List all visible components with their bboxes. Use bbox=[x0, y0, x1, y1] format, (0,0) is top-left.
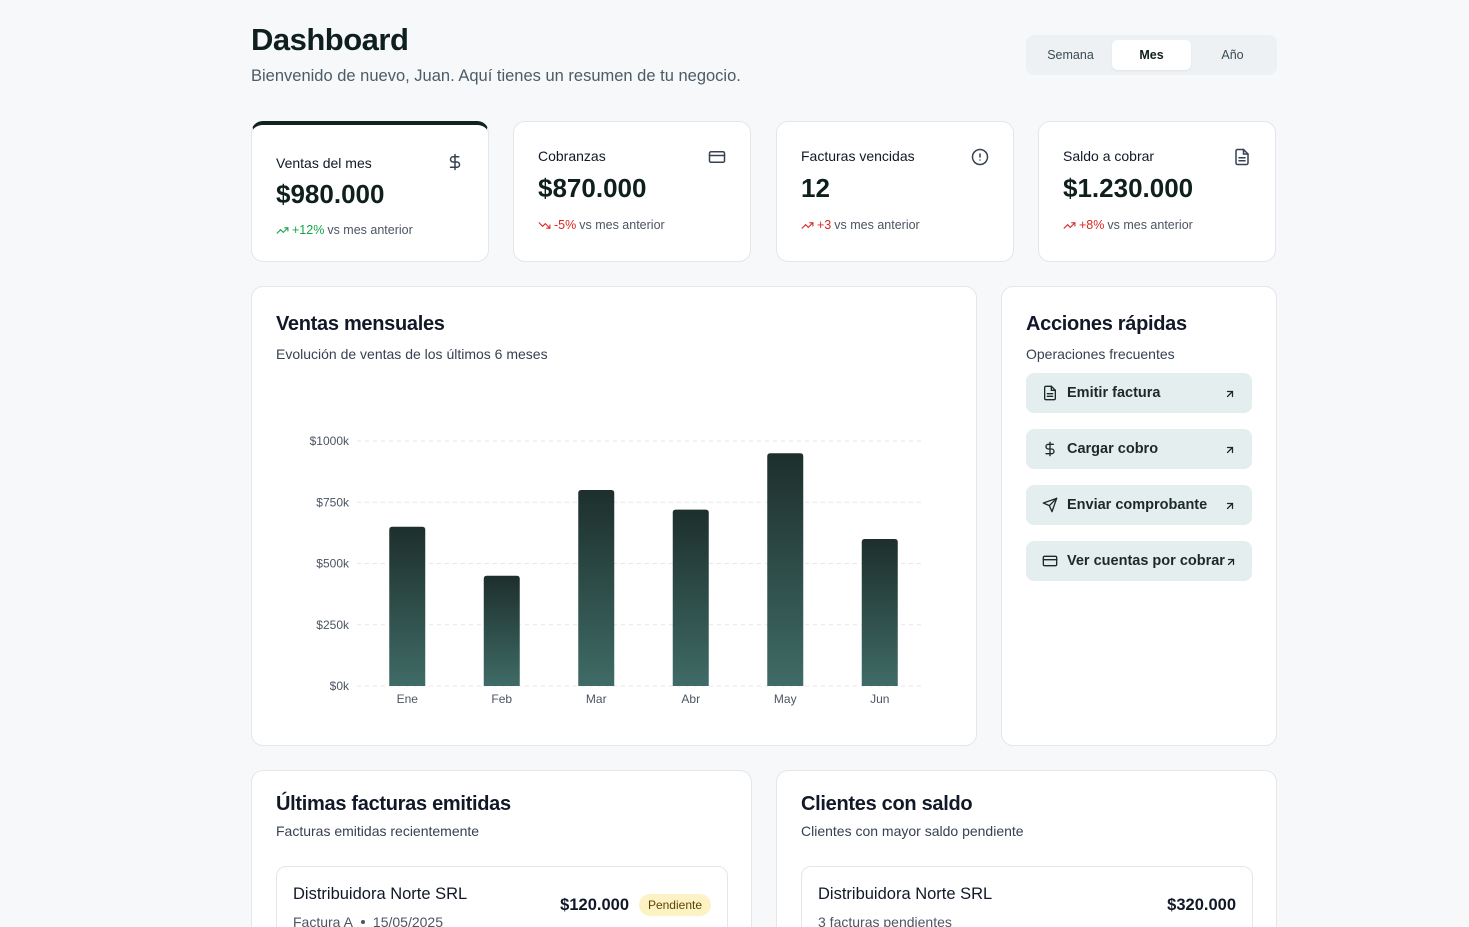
y-tick-label: $0k bbox=[330, 679, 350, 693]
kpi-change: +12% bbox=[292, 223, 325, 237]
chart-bar-jun[interactable] bbox=[861, 539, 898, 686]
quick-actions-title: Acciones rápidas bbox=[1026, 313, 1187, 335]
credit-card-icon bbox=[1042, 553, 1058, 569]
kpi-label: Facturas vencidas bbox=[801, 148, 915, 164]
kpi-card-facturas-vencidas[interactable]: Facturas vencidas 12 +3 vs mes anterior bbox=[776, 121, 1014, 262]
client-row[interactable]: Distribuidora Norte SRL 3 facturas pendi… bbox=[801, 866, 1253, 927]
chart-bar-mar[interactable] bbox=[578, 490, 615, 686]
arrow-up-right-icon bbox=[1224, 387, 1236, 399]
credit-card-icon bbox=[708, 148, 726, 166]
chart-bar-may[interactable] bbox=[767, 453, 804, 686]
kpi-label: Saldo a cobrar bbox=[1063, 148, 1155, 164]
ver-cuentas-por-cobrar-button[interactable]: Ver cuentas por cobrar bbox=[1026, 541, 1252, 581]
clients-balance-card: Clientes con saldo Clientes con mayor sa… bbox=[776, 770, 1277, 927]
y-tick-label: $250k bbox=[316, 618, 350, 632]
y-tick-label: $750k bbox=[316, 495, 350, 509]
x-tick-label: Ene bbox=[397, 692, 419, 706]
invoice-client: Distribuidora Norte SRL bbox=[293, 885, 468, 903]
action-label: Cargar cobro bbox=[1067, 441, 1159, 457]
kpi-change-text: vs mes anterior bbox=[834, 218, 920, 232]
status-badge: Pendiente bbox=[638, 894, 711, 916]
kpi-change: +3 bbox=[817, 218, 832, 232]
chart-bar-abr[interactable] bbox=[672, 509, 709, 686]
kpi-change-text: vs mes anterior bbox=[327, 223, 413, 237]
x-tick-label: Abr bbox=[681, 692, 700, 706]
client-detail: 3 facturas pendientes bbox=[818, 914, 952, 927]
period-option-ano[interactable]: Año bbox=[1193, 40, 1272, 70]
kpi-card-ventas[interactable]: Ventas del mes $980.000 +12% vs mes anter… bbox=[251, 121, 489, 262]
kpi-card-saldo[interactable]: Saldo a cobrar $1.230.000 +8% vs mes ante… bbox=[1038, 121, 1276, 262]
kpi-change: +8% bbox=[1079, 218, 1105, 232]
alert-circle-icon bbox=[971, 148, 989, 166]
x-tick-label: Jun bbox=[870, 692, 889, 706]
page-title: Dashboard bbox=[251, 22, 409, 57]
x-tick-label: Feb bbox=[491, 692, 512, 706]
trend-up-icon bbox=[801, 219, 814, 232]
quick-actions-subtitle: Operaciones frecuentes bbox=[1026, 346, 1175, 362]
enviar-comprobante-button[interactable]: Enviar comprobante bbox=[1026, 485, 1252, 525]
kpi-trend: +8% vs mes anterior bbox=[1063, 218, 1193, 232]
clients-title: Clientes con saldo bbox=[801, 793, 973, 815]
client-name: Distribuidora Norte SRL bbox=[818, 885, 993, 903]
kpi-value: $870.000 bbox=[538, 173, 647, 203]
period-selector: Semana Mes Año bbox=[1026, 35, 1277, 75]
invoice-date: 15/05/2025 bbox=[372, 914, 443, 927]
arrow-up-right-icon bbox=[1224, 499, 1236, 511]
kpi-change: -5% bbox=[554, 218, 577, 232]
chart-bar-feb[interactable] bbox=[483, 575, 520, 686]
file-text-icon bbox=[1233, 148, 1251, 166]
invoice-type: Factura A bbox=[293, 914, 353, 927]
trend-down-icon bbox=[538, 219, 551, 232]
action-label: Enviar comprobante bbox=[1067, 497, 1208, 513]
action-label: Ver cuentas por cobrar bbox=[1067, 553, 1225, 569]
kpi-change-text: vs mes anterior bbox=[579, 218, 665, 232]
clients-subtitle: Clientes con mayor saldo pendiente bbox=[801, 823, 1024, 839]
kpi-value: $1.230.000 bbox=[1063, 173, 1194, 203]
x-tick-label: May bbox=[774, 692, 797, 706]
y-tick-label: $1000k bbox=[310, 434, 350, 448]
kpi-card-cobranzas[interactable]: Cobranzas $870.000 -5% vs mes anterior bbox=[513, 121, 751, 262]
period-option-mes[interactable]: Mes bbox=[1112, 40, 1191, 70]
x-tick-label: Mar bbox=[586, 692, 607, 706]
send-icon bbox=[1042, 497, 1058, 513]
dollar-icon bbox=[1042, 441, 1058, 457]
trend-up-icon bbox=[276, 224, 289, 237]
kpi-trend: +12% vs mes anterior bbox=[276, 223, 413, 237]
kpi-change-text: vs mes anterior bbox=[1107, 218, 1193, 232]
page-subtitle: Bienvenido de nuevo, Juan. Aquí tienes u… bbox=[251, 67, 741, 85]
dollar-icon bbox=[446, 153, 464, 171]
kpi-label: Cobranzas bbox=[538, 148, 606, 164]
emitir-factura-button[interactable]: Emitir factura bbox=[1026, 373, 1252, 413]
period-option-semana[interactable]: Semana bbox=[1031, 40, 1110, 70]
chart-bar-ene[interactable] bbox=[389, 526, 426, 686]
invoices-title: Últimas facturas emitidas bbox=[276, 793, 511, 815]
action-label: Emitir factura bbox=[1067, 385, 1161, 401]
sales-chart-card: Ventas mensuales Evolución de ventas de … bbox=[251, 286, 977, 746]
quick-actions-card: Acciones rápidas Operaciones frecuentes … bbox=[1001, 286, 1277, 746]
file-text-icon bbox=[1042, 385, 1058, 401]
y-tick-label: $500k bbox=[316, 557, 350, 571]
kpi-value: 12 bbox=[801, 173, 830, 203]
invoice-row[interactable]: Distribuidora Norte SRL Factura A 15/05/… bbox=[276, 866, 728, 927]
invoice-amount: $120.000 bbox=[560, 896, 629, 914]
recent-invoices-card: Últimas facturas emitidas Facturas emiti… bbox=[251, 770, 752, 927]
separator-dot bbox=[360, 920, 365, 924]
kpi-label: Ventas del mes bbox=[276, 155, 372, 171]
invoices-subtitle: Facturas emitidas recientemente bbox=[276, 823, 480, 839]
trend-up-icon bbox=[1063, 219, 1076, 232]
client-amount: $320.000 bbox=[1167, 896, 1236, 914]
kpi-trend: -5% vs mes anterior bbox=[538, 218, 665, 232]
kpi-trend: +3 vs mes anterior bbox=[801, 218, 920, 232]
kpi-value: $980.000 bbox=[276, 179, 385, 209]
cargar-cobro-button[interactable]: Cargar cobro bbox=[1026, 429, 1252, 469]
arrow-up-right-icon bbox=[1225, 555, 1237, 567]
arrow-up-right-icon bbox=[1224, 443, 1236, 455]
sales-bar-chart: $0k $250k $500k $750k $1000k Ene Feb Mar Abr May J… bbox=[310, 434, 924, 706]
invoice-meta: Factura A 15/05/2025 bbox=[293, 914, 443, 927]
